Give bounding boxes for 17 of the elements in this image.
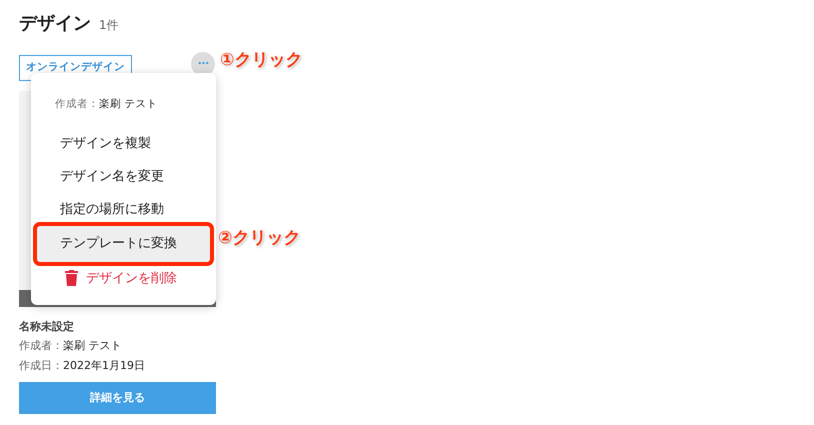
- menu-item[interactable]: テンプレートに変換: [37, 226, 210, 262]
- field-label: 作成者：: [19, 339, 63, 352]
- field-value: 2022年1月19日: [63, 358, 145, 372]
- author-label: 作成者：: [55, 98, 99, 110]
- menu-item[interactable]: デザイン名を変更: [31, 160, 216, 193]
- delete-menu-item[interactable]: デザインを削除: [31, 262, 216, 295]
- design-name: 名称未設定: [19, 318, 75, 335]
- trash-icon: [65, 270, 78, 286]
- author-name: 楽刷 テスト: [99, 98, 158, 110]
- menu-item[interactable]: デザインを複製: [31, 126, 216, 160]
- annotation-label: ①クリック: [220, 49, 302, 72]
- page-title: デザイン: [19, 12, 91, 36]
- menu-item[interactable]: 指定の場所に移動: [31, 192, 216, 226]
- item-count: 1件: [99, 17, 119, 34]
- annotation-label: ②クリック: [218, 227, 300, 250]
- field-label: 作成日：: [19, 358, 63, 372]
- field-value: 楽刷 テスト: [63, 339, 122, 352]
